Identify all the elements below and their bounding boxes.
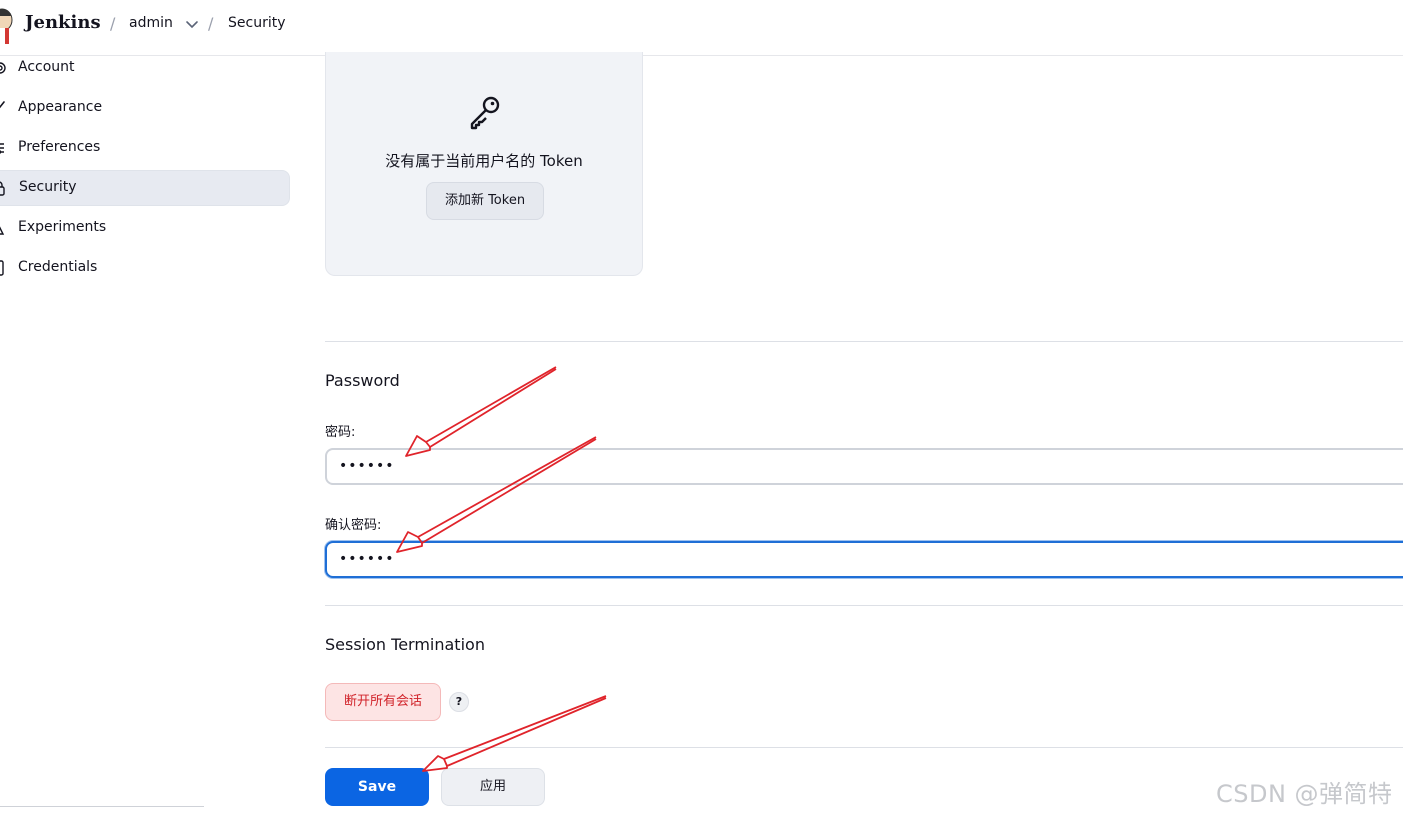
section-divider — [325, 341, 1403, 342]
add-token-button[interactable]: 添加新 Token — [426, 182, 544, 220]
breadcrumb-security[interactable]: Security — [228, 15, 286, 31]
password-label: 密码: — [325, 425, 356, 440]
brand-name[interactable]: Jenkins — [25, 12, 101, 33]
key-icon — [470, 96, 500, 130]
annotation-arrow-icon — [405, 366, 557, 457]
sidebar-item-experiments[interactable]: Experiments — [0, 210, 290, 246]
sidebar-item-label: Account — [18, 59, 75, 75]
sidebar-item-credentials[interactable]: Credentials — [0, 250, 290, 286]
breadcrumb-separator: / — [110, 14, 116, 33]
flask-icon — [0, 226, 5, 235]
sidebar-item-label: Preferences — [18, 139, 101, 155]
watermark: CSDN @弹简特 — [1216, 780, 1393, 808]
sidebar-item-security[interactable]: Security — [0, 170, 290, 206]
session-section-title: Session Termination — [325, 635, 485, 654]
confirm-password-input[interactable]: •••••• — [325, 541, 1403, 578]
password-input[interactable]: •••••• — [325, 448, 1403, 485]
terminate-sessions-button[interactable]: 断开所有会话 — [325, 683, 441, 721]
jenkins-logo-icon[interactable] — [0, 6, 14, 46]
help-icon[interactable]: ? — [449, 692, 469, 712]
sidebar-item-label: Appearance — [18, 99, 103, 115]
breadcrumb-separator: / — [208, 14, 214, 33]
sidebar-item-preferences[interactable]: Preferences — [0, 130, 290, 166]
token-empty-message: 没有属于当前用户名的 Token — [385, 152, 583, 170]
brush-icon — [0, 101, 5, 109]
lock-icon — [0, 181, 5, 196]
id-card-icon — [0, 260, 4, 276]
section-divider — [325, 605, 1403, 606]
sidebar-item-label: Credentials — [18, 259, 98, 275]
sidebar-item-label: Security — [19, 179, 77, 195]
save-button[interactable]: Save — [325, 768, 429, 806]
breadcrumb-admin[interactable]: admin — [129, 15, 173, 31]
apply-button[interactable]: 应用 — [441, 768, 545, 806]
confirm-password-label: 确认密码: — [325, 518, 382, 533]
chevron-down-icon[interactable] — [185, 18, 199, 30]
password-section-title: Password — [325, 371, 400, 390]
sidebar-item-account[interactable]: Account — [0, 50, 290, 86]
sidebar-item-appearance[interactable]: Appearance — [0, 90, 290, 126]
sidebar-item-label: Experiments — [18, 219, 107, 235]
gear-icon — [0, 62, 6, 74]
sliders-icon — [0, 143, 4, 154]
token-empty-card: 没有属于当前用户名的 Token 添加新 Token — [325, 52, 643, 276]
section-divider — [325, 747, 1403, 748]
sidebar-divider — [0, 806, 204, 807]
top-header: Jenkins / admin / Security — [0, 0, 1403, 56]
